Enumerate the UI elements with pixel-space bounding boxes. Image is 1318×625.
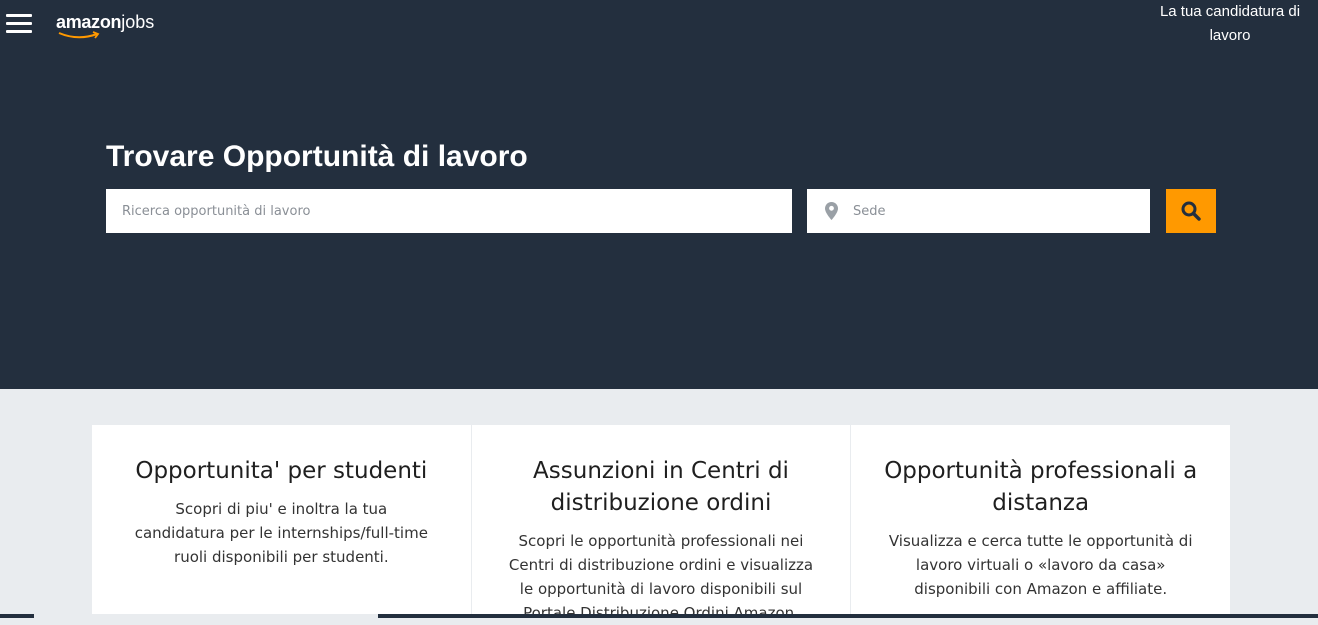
card-title: Opportunita' per studenti: [135, 458, 428, 484]
logo-jobs-text: jobs: [121, 12, 155, 32]
hamburger-menu-icon[interactable]: [6, 12, 32, 36]
location-field[interactable]: [807, 189, 1150, 233]
location-input[interactable]: [853, 189, 1143, 233]
logo-amazon-text: amazon: [56, 12, 122, 32]
scrollbar-thumb[interactable]: [34, 614, 378, 618]
job-search-input[interactable]: [106, 189, 792, 233]
card-description: Scopri di piu' e inoltra la tua candidat…: [134, 500, 428, 566]
amazon-smile-icon: [58, 31, 100, 39]
horizontal-scrollbar[interactable]: [0, 614, 1318, 618]
hero-search-section: Trovare Opportunità di lavoro: [0, 54, 1318, 389]
card-description: Visualizza e cerca tutte le opportunità …: [888, 532, 1193, 598]
search-button[interactable]: [1166, 189, 1216, 233]
magnifier-icon: [1181, 201, 1201, 221]
opportunity-cards: Opportunita' per studenti Scopri di piu'…: [92, 425, 1231, 622]
page-title: Trovare Opportunità di lavoro: [106, 140, 528, 173]
card-description: Scopri le opportunità professionali nei …: [508, 532, 814, 622]
card-fulfillment-centers[interactable]: Assunzioni in Centri di distribuzione or…: [471, 425, 851, 622]
card-title: Opportunità professionali a distanza: [884, 458, 1198, 516]
card-students[interactable]: Opportunita' per studenti Scopri di piu'…: [92, 425, 471, 618]
amazon-jobs-logo[interactable]: amazonjobs: [56, 12, 154, 40]
card-title: Assunzioni in Centri di distribuzione or…: [533, 458, 789, 516]
card-remote-jobs[interactable]: Opportunità professionali a distanza Vis…: [851, 425, 1231, 618]
map-pin-icon: [825, 202, 838, 220]
top-navigation-bar: amazonjobs La tua candidatura di lavoro: [0, 0, 1318, 54]
your-application-link[interactable]: La tua candidatura di lavoro: [1150, 0, 1310, 48]
